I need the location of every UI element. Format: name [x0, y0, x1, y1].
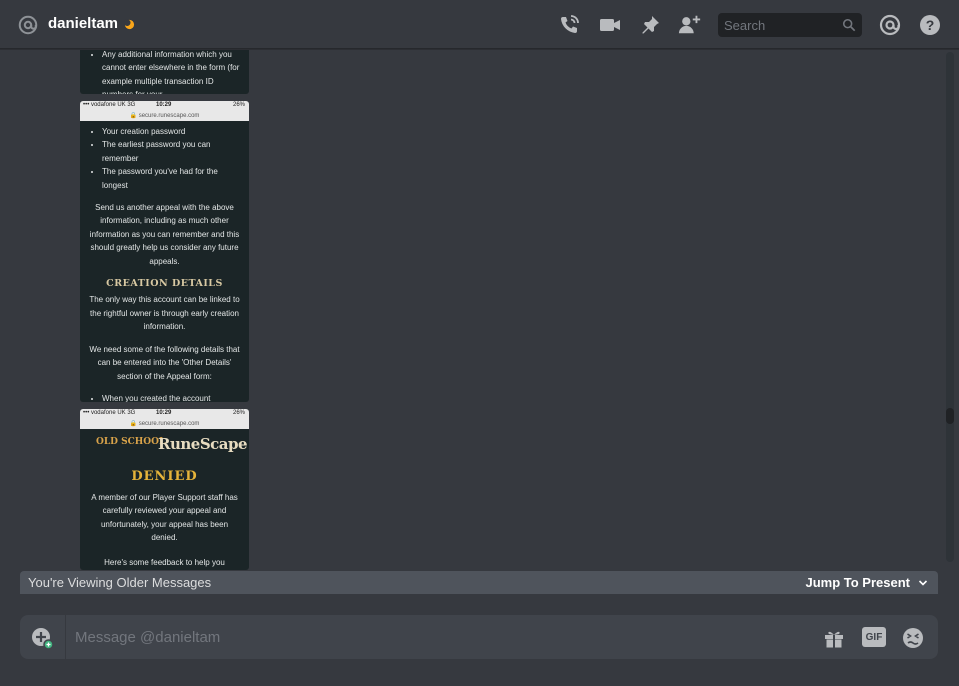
runescape-logo: OLD SCHOOL RuneScape: [80, 431, 249, 465]
old-school-logo: OLD SCHOOL: [96, 437, 166, 447]
list-item: When you created the account: [102, 392, 241, 402]
mentions-button[interactable]: [878, 13, 902, 37]
phone-status-bar: ••• vodafone UK 3G 10:29 26% 🔒 secure.ru…: [80, 409, 249, 429]
at-icon: [879, 14, 901, 36]
composer-divider: [65, 615, 66, 659]
list-item: Your creation password: [102, 125, 241, 138]
paragraph: A member of our Player Support staff has…: [91, 493, 238, 543]
dm-username: danieltam: [48, 15, 119, 32]
message-list[interactable]: Any additional information which you can…: [0, 50, 959, 570]
denied-heading: DENIED: [131, 469, 198, 484]
help-icon: ?: [920, 15, 940, 35]
paragraph: We need some of the following details th…: [89, 344, 240, 381]
dm-channel-view: danieltam Search ? • Any additional info…: [0, 0, 959, 686]
list-item: The earliest password you can remember: [102, 138, 241, 165]
gif-label: GIF: [865, 631, 883, 643]
svg-text:?: ?: [926, 17, 935, 33]
scrollbar-thumb[interactable]: [946, 408, 954, 424]
paragraph: Send us another appeal with the above in…: [89, 203, 240, 266]
phone-status-bar: ••• vodafone UK 3G 10:29 26% 🔒 secure.ru…: [80, 101, 249, 121]
upload-file-icon[interactable]: [30, 626, 54, 650]
chevron-down-icon: [918, 579, 928, 586]
add-user-icon: [678, 15, 701, 34]
channel-header: danieltam Search ?: [0, 0, 959, 49]
gif-picker-button[interactable]: GIF: [862, 627, 886, 647]
image-attachment[interactable]: ••• vodafone UK 3G 10:29 26% 🔒 secure.ru…: [80, 101, 249, 402]
scrollbar-track[interactable]: [946, 52, 954, 562]
message-composer: GIF: [20, 615, 938, 659]
paragraph: The only way this account can be linked …: [89, 295, 240, 332]
gift-icon[interactable]: [822, 626, 846, 650]
phone-call-icon: [561, 15, 579, 33]
add-friends-to-dm-button[interactable]: [678, 13, 702, 37]
runescape-wordmark: RuneScape: [158, 435, 248, 453]
image-attachment[interactable]: ••• vodafone UK 3G 10:29 26% 🔒 secure.ru…: [80, 409, 249, 570]
message-input[interactable]: [75, 615, 795, 659]
at-icon: [18, 15, 38, 35]
start-voice-call-button[interactable]: [557, 13, 581, 37]
search-icon: [842, 18, 856, 32]
search-input[interactable]: [718, 13, 836, 37]
older-messages-text: You're Viewing Older Messages: [28, 575, 212, 590]
jump-to-present-button[interactable]: Jump To Present: [805, 571, 928, 594]
emoji-picker-icon[interactable]: [901, 626, 925, 650]
older-messages-bar: You're Viewing Older Messages Jump To Pr…: [20, 571, 938, 594]
moon-icon: [124, 19, 135, 30]
video-camera-icon: [600, 19, 620, 31]
help-button[interactable]: ?: [918, 13, 942, 37]
image-attachment[interactable]: Any additional information which you can…: [80, 50, 249, 94]
search-bar[interactable]: [718, 13, 862, 37]
list-item: The password you've had for the longest: [102, 165, 241, 192]
pinned-messages-button[interactable]: [638, 13, 662, 37]
list-item: Any additional information which you can…: [102, 50, 241, 94]
start-video-call-button[interactable]: [598, 13, 622, 37]
paragraph: Here's some feedback to help you: [104, 557, 225, 567]
section-heading: CREATION DETAILS: [106, 278, 223, 290]
pin-icon: [642, 16, 659, 34]
